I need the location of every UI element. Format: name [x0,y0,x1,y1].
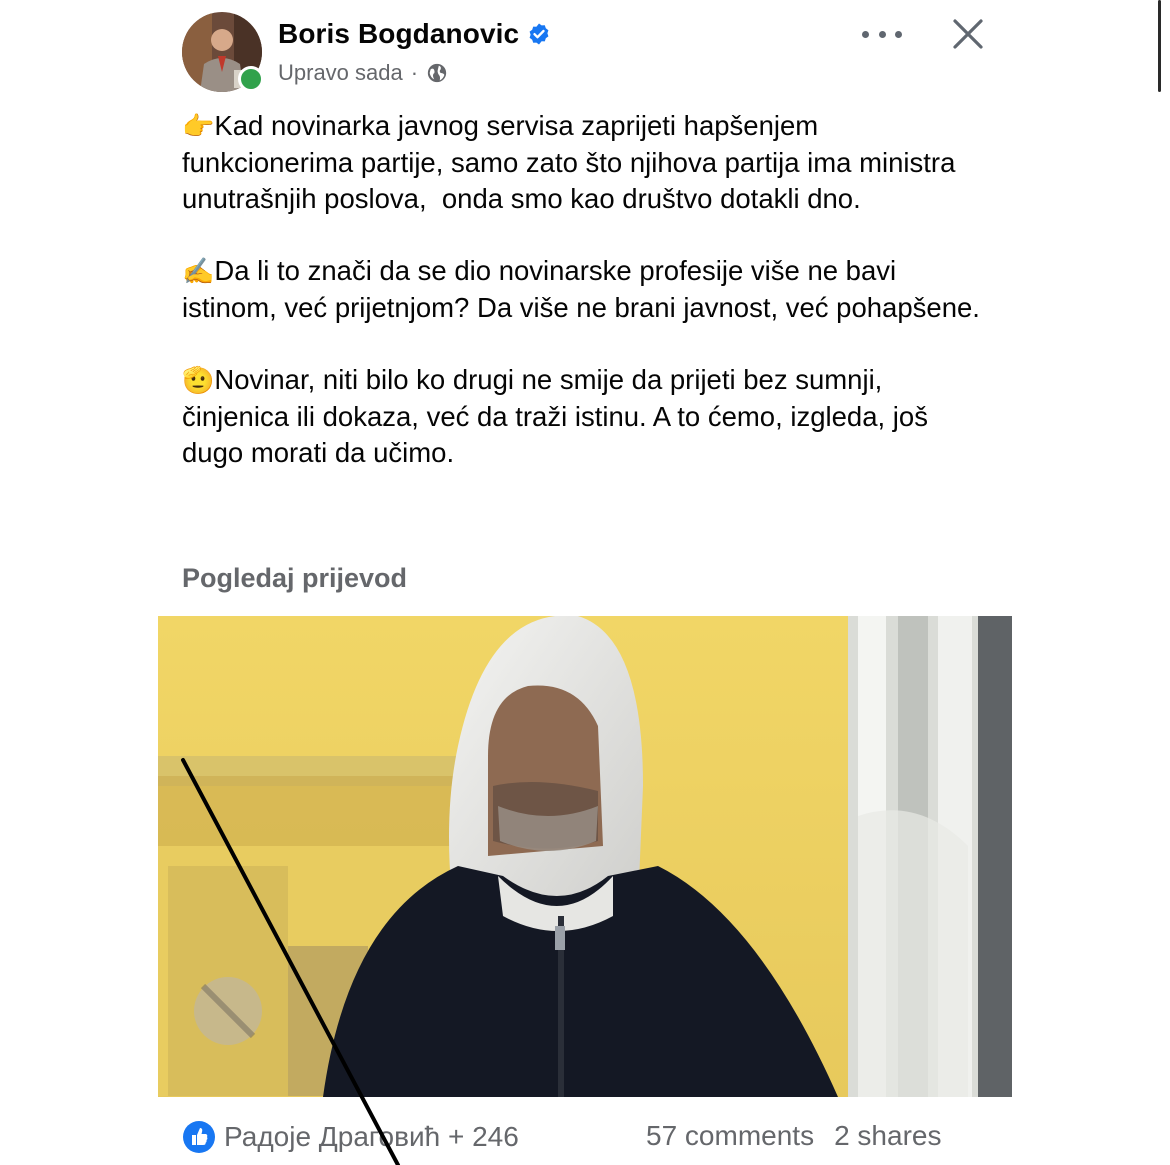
pointing-hand-emoji: 👉 [182,112,215,142]
verified-badge-icon [529,23,549,45]
paragraph-text: Novinar, niti bilo ko drugi ne smije da … [182,364,936,468]
post-paragraph: 👉Kad novinarka javnog servisa zaprijeti … [182,108,992,217]
more-options-button[interactable] [862,24,902,44]
close-icon[interactable] [950,16,986,52]
paragraph-text: Da li to znači da se dio novinarske prof… [182,255,980,323]
reactions-summary[interactable]: Радоје Драговић + 246 [182,1120,519,1154]
globe-icon[interactable] [426,62,448,84]
post-meta: Upravo sada · [278,60,448,86]
photo-image [158,616,1012,1097]
engagement-counts: 57 comments 2 shares [646,1120,941,1152]
more-dot-icon [878,30,886,38]
post-photo[interactable] [158,616,1012,1097]
post-text: 👉Kad novinarka javnog servisa zaprijeti … [182,108,992,507]
writing-hand-emoji: ✍️ [182,257,215,287]
post-timestamp[interactable]: Upravo sada [278,60,403,86]
see-translation-link[interactable]: Pogledaj prijevod [182,563,407,594]
post-author[interactable]: Boris Bogdanovic [278,18,551,50]
post-paragraph: ✍️Da li to znači da se dio novinarske pr… [182,253,992,326]
comments-count[interactable]: 57 comments [646,1120,814,1152]
more-dot-icon [895,30,902,38]
reactors-text[interactable]: Радоје Драговић + 246 [224,1121,519,1153]
meta-separator: · [410,60,419,85]
more-dot-icon [862,30,869,38]
post-paragraph: 🫡Novinar, niti bilo ko drugi ne smije da… [182,362,992,471]
author-name[interactable]: Boris Bogdanovic [278,18,519,50]
online-status-dot [238,66,264,92]
paragraph-text: Kad novinarka javnog servisa zaprijeti h… [182,110,964,214]
scrollbar[interactable] [1158,0,1161,92]
saluting-face-emoji: 🫡 [182,366,215,396]
like-icon [183,1121,215,1153]
shares-count[interactable]: 2 shares [834,1120,941,1152]
